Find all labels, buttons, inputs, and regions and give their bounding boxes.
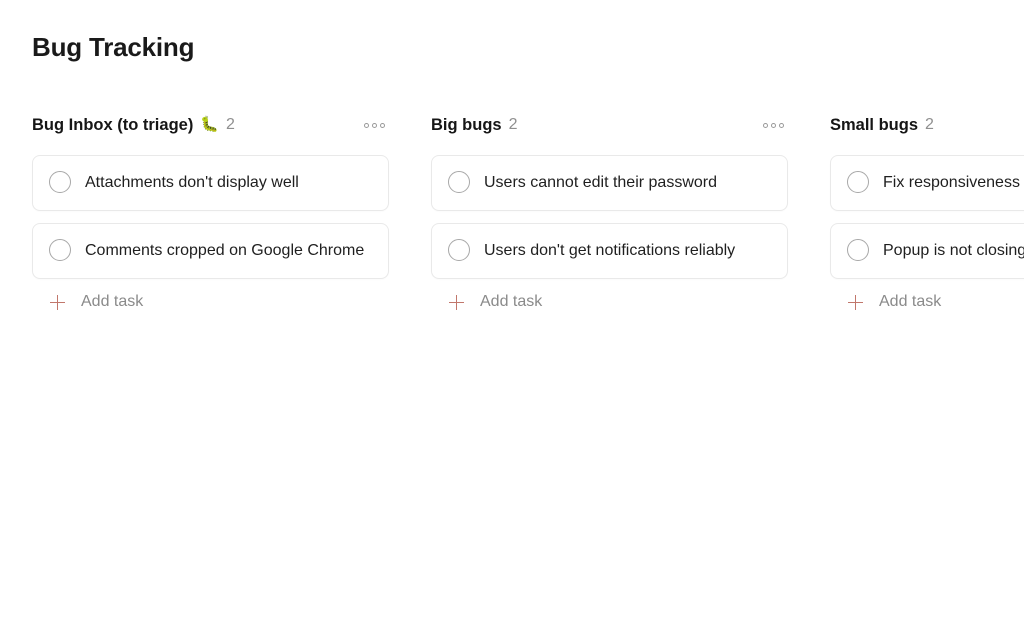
menu-dot [763,122,768,128]
menu-dot [779,122,784,128]
circle-checkbox-icon[interactable] [448,239,470,261]
more-horizontal-icon[interactable] [761,119,786,132]
board-column-big-bugs: Big bugs 2 Users cannot edit their passw… [431,112,788,313]
task-card[interactable]: Comments cropped on Google Chrome [32,223,389,279]
bug-emoji: 🐛 [200,116,220,133]
menu-dot [771,122,776,128]
menu-dot [380,122,385,128]
page-title: Bug Tracking [32,32,195,62]
add-task-button[interactable]: Add task [32,291,389,313]
task-card-title: Fix responsiveness [883,174,1020,191]
board-column-small-bugs: Small bugs 2 Fix responsiveness Popup is… [830,112,1024,313]
circle-checkbox-icon[interactable] [49,171,71,193]
add-task-label: Add task [81,293,144,310]
column-task-count: 2 [226,116,235,133]
plus-icon [50,294,65,310]
column-title: Small bugs [830,116,919,134]
task-card[interactable]: Users don't get notifications reliably [431,223,788,279]
task-card[interactable]: Fix responsiveness [830,155,1024,211]
more-horizontal-icon[interactable] [362,119,387,132]
circle-checkbox-icon[interactable] [49,239,71,261]
board-columns: Bug Inbox (to triage) 🐛 2 Attachments do… [32,112,1024,313]
task-card-title: Users cannot edit their password [484,174,717,191]
plus-icon [848,294,863,310]
task-card[interactable]: Attachments don't display well [32,155,389,211]
board-column-bug-inbox: Bug Inbox (to triage) 🐛 2 Attachments do… [32,112,389,313]
column-header: Bug Inbox (to triage) 🐛 2 [32,112,389,138]
task-card-title: Attachments don't display well [85,174,299,191]
add-task-button[interactable]: Add task [830,291,1024,313]
task-card[interactable]: Popup is not closing [830,223,1024,279]
menu-dot [364,122,369,128]
column-title: Big bugs [431,116,502,134]
circle-checkbox-icon[interactable] [448,171,470,193]
plus-icon [449,294,464,310]
kanban-board: Bug Tracking Bug Inbox (to triage) 🐛 2 A… [0,0,1024,635]
column-title: Bug Inbox (to triage) [32,116,194,134]
task-card-title: Popup is not closing [883,242,1024,259]
task-card-title: Users don't get notifications reliably [484,242,736,259]
task-card-title: Comments cropped on Google Chrome [85,242,365,259]
column-header: Small bugs 2 [830,112,1024,138]
add-task-button[interactable]: Add task [431,291,788,313]
circle-checkbox-icon[interactable] [847,239,869,261]
column-task-count: 2 [925,116,934,133]
task-card[interactable]: Users cannot edit their password [431,155,788,211]
add-task-label: Add task [480,293,543,310]
menu-dot [372,122,377,128]
add-task-label: Add task [879,293,942,310]
column-task-count: 2 [508,116,518,133]
circle-checkbox-icon[interactable] [847,171,869,193]
column-header: Big bugs 2 [431,112,788,138]
